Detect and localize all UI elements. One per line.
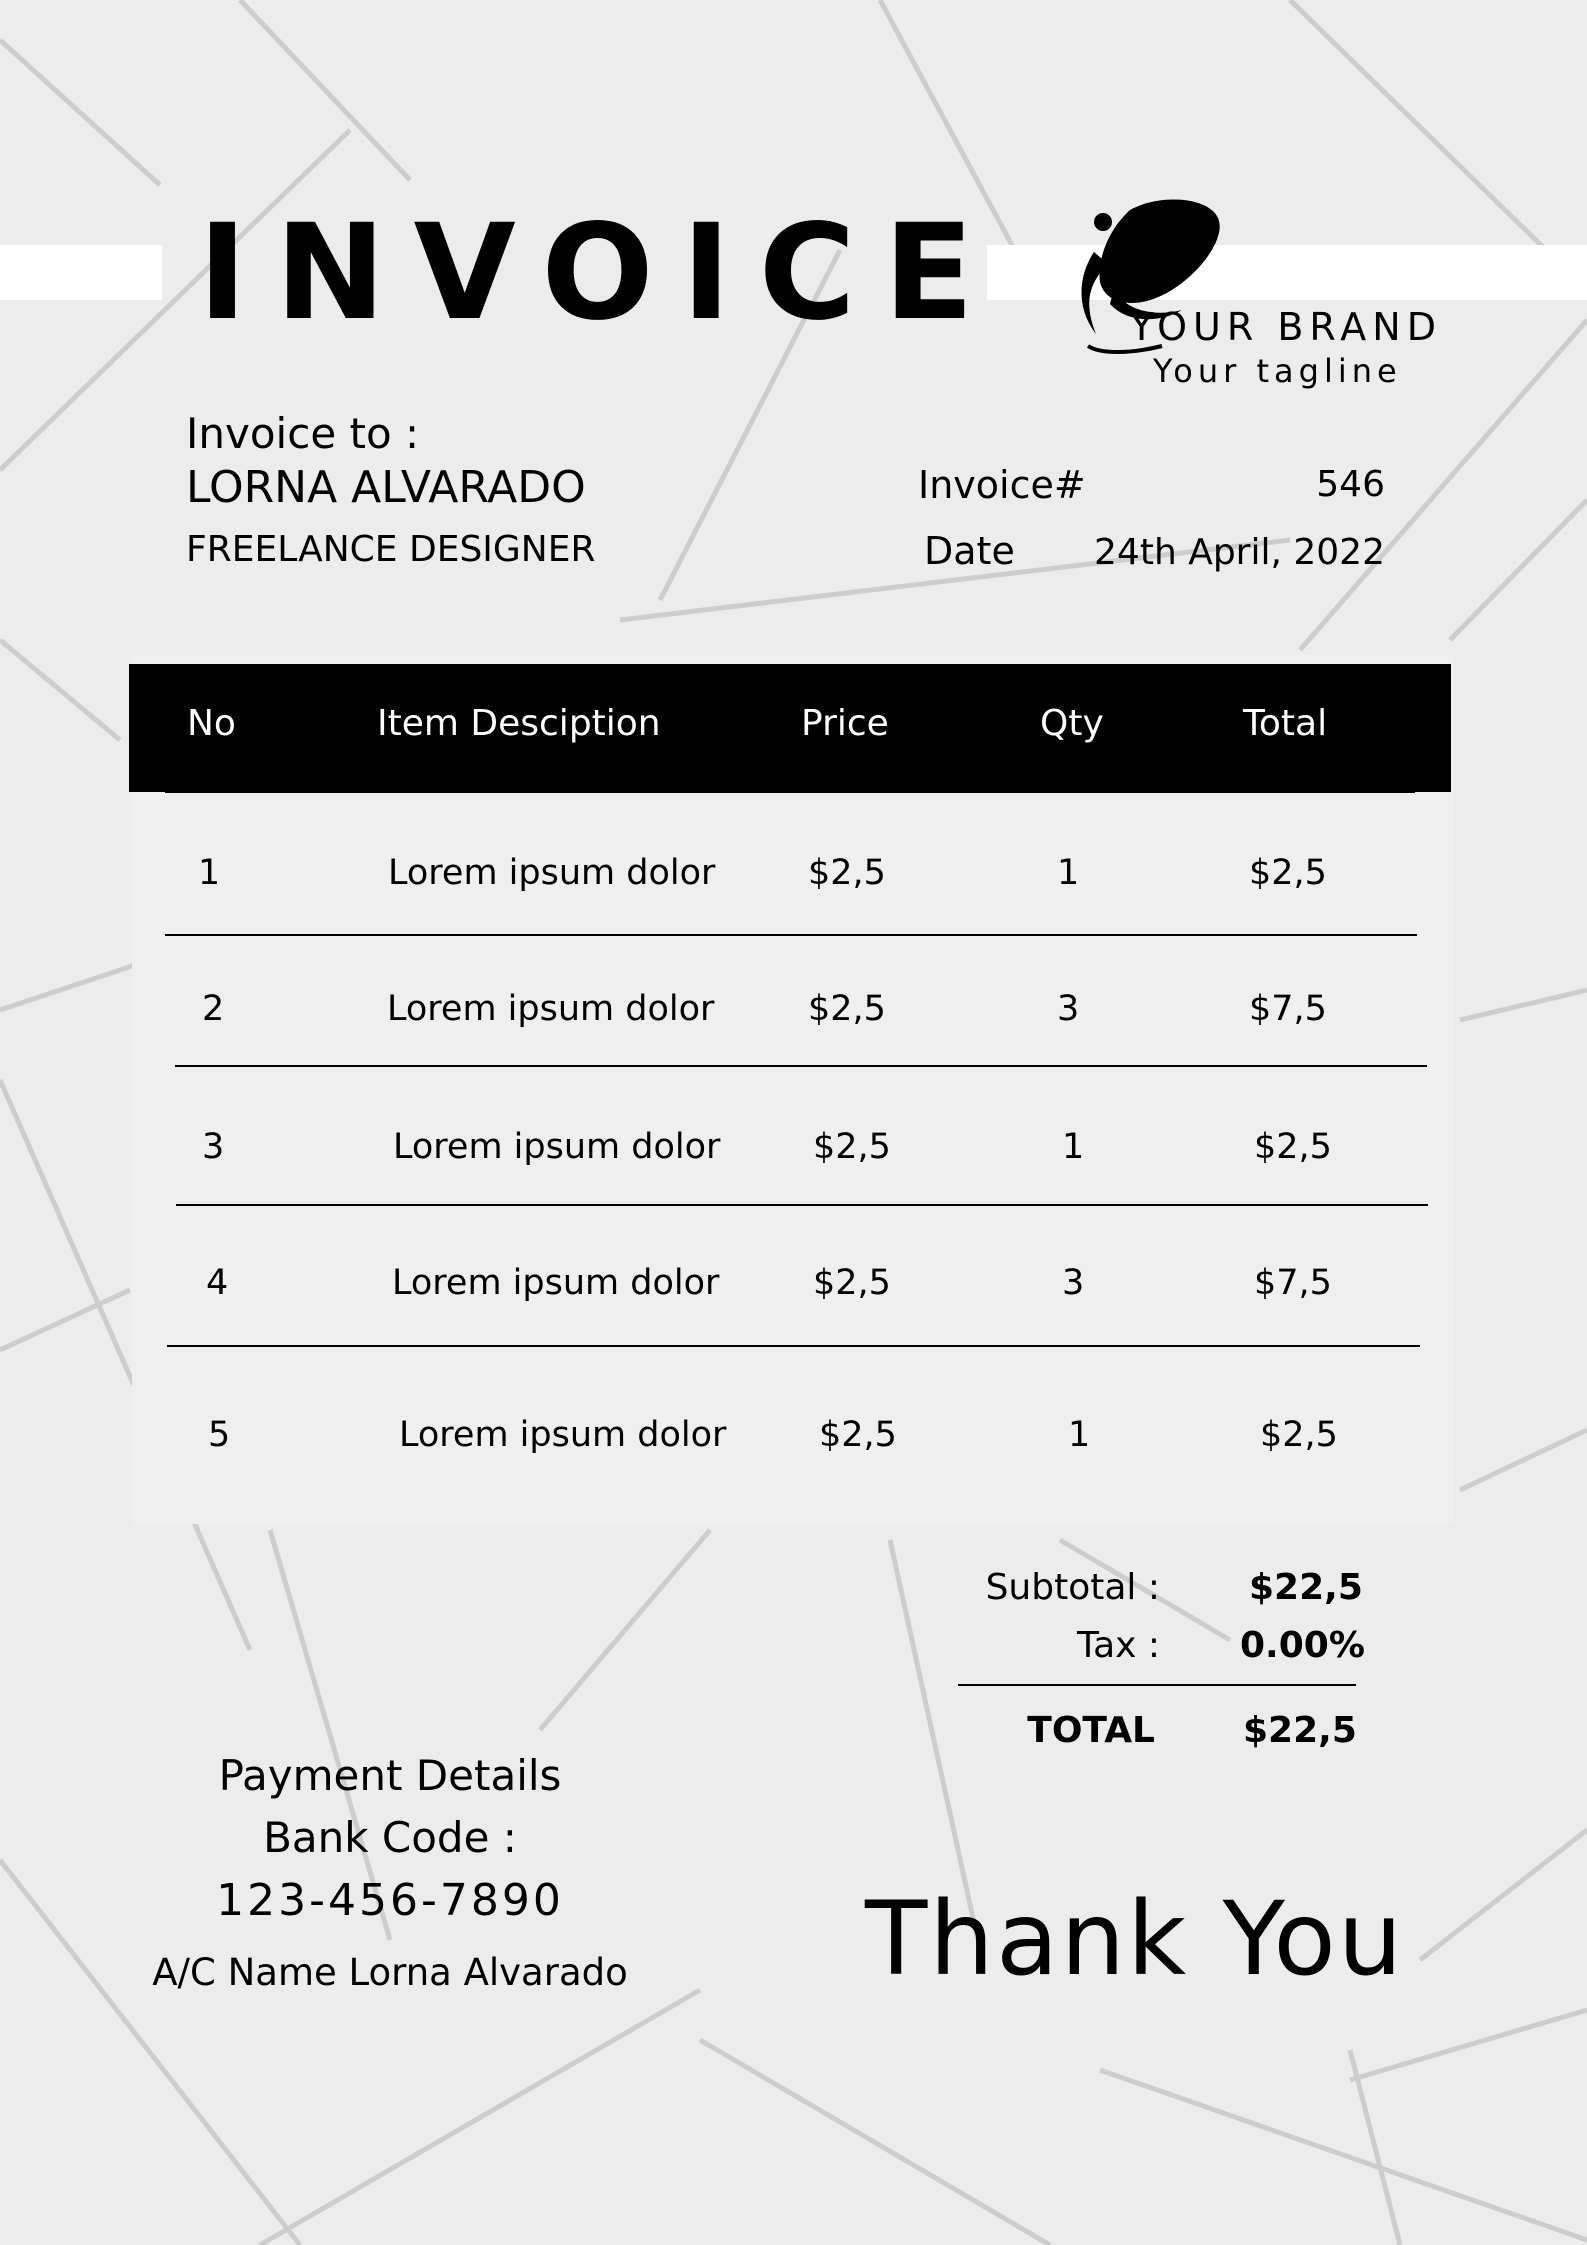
client-role: FREELANCE DESIGNER: [186, 529, 596, 570]
header-underline: [165, 791, 1415, 793]
cell-price: $2,5: [819, 1415, 897, 1455]
cell-qty: 1: [1057, 853, 1080, 893]
table-row: 5 Lorem ipsum dolor $2,5 1 $2,5: [0, 1410, 1587, 1480]
cell-total: $7,5: [1254, 1263, 1332, 1303]
header-no: No: [187, 703, 236, 744]
thank-you-message: Thank You: [865, 1880, 1405, 1999]
invoice-number-label: Invoice#: [918, 463, 1086, 507]
total-value: $22,5: [1243, 1710, 1357, 1751]
cell-price: $2,5: [813, 1127, 891, 1167]
title-band-left: [0, 245, 162, 300]
table-row: 3 Lorem ipsum dolor $2,5 1 $2,5: [0, 1122, 1587, 1192]
cell-total: $2,5: [1249, 853, 1327, 893]
cell-qty: 3: [1062, 1263, 1085, 1303]
invoice-to-label: Invoice to :: [186, 409, 420, 458]
cell-price: $2,5: [808, 989, 886, 1029]
cell-price: $2,5: [808, 853, 886, 893]
brand-tagline: Your tagline: [1153, 352, 1402, 390]
table-row: 2 Lorem ipsum dolor $2,5 3 $7,5: [0, 984, 1587, 1054]
row-divider: [175, 1065, 1427, 1067]
cell-qty: 3: [1057, 989, 1080, 1029]
cell-no: 3: [202, 1127, 225, 1167]
payment-title: Payment Details: [218, 1751, 562, 1800]
table-header: No Item Desciption Price Qty Total: [129, 664, 1451, 792]
subtotal-label: Subtotal :: [985, 1567, 1160, 1608]
cell-description: Lorem ipsum dolor: [399, 1415, 727, 1455]
subtotal-value: $22,5: [1249, 1567, 1363, 1608]
row-divider: [176, 1204, 1428, 1206]
cell-description: Lorem ipsum dolor: [388, 853, 716, 893]
total-label: TOTAL: [1027, 1710, 1155, 1751]
summary-divider: [958, 1684, 1356, 1686]
cell-description: Lorem ipsum dolor: [393, 1127, 721, 1167]
cell-no: 2: [202, 989, 225, 1029]
row-divider: [167, 1345, 1420, 1347]
cell-price: $2,5: [813, 1263, 891, 1303]
invoice-number: 546: [1316, 464, 1385, 505]
invoice-title: INVOICE: [198, 196, 1002, 350]
date-label: Date: [924, 529, 1015, 573]
cell-description: Lorem ipsum dolor: [392, 1263, 720, 1303]
client-name: LORNA ALVARADO: [186, 462, 586, 513]
cell-total: $2,5: [1260, 1415, 1338, 1455]
row-divider: [165, 934, 1417, 936]
cell-no: 4: [206, 1263, 229, 1303]
table-row: 4 Lorem ipsum dolor $2,5 3 $7,5: [0, 1258, 1587, 1328]
cell-qty: 1: [1068, 1415, 1091, 1455]
cell-no: 1: [198, 853, 221, 893]
cell-total: $7,5: [1249, 989, 1327, 1029]
bank-code-label: Bank Code :: [263, 1813, 517, 1862]
table-row: 1 Lorem ipsum dolor $2,5 1 $2,5: [0, 848, 1587, 918]
leaf-swirl-icon: [1070, 196, 1230, 356]
header-total: Total: [1243, 703, 1328, 744]
header-price: Price: [801, 703, 889, 744]
bank-code: 123-456-7890: [216, 1875, 564, 1926]
invoice-date: 24th April, 2022: [1094, 532, 1385, 573]
header-description: Item Desciption: [377, 703, 661, 744]
account-name: A/C Name Lorna Alvarado: [152, 1951, 628, 1994]
tax-label: Tax :: [1077, 1625, 1160, 1666]
tax-value: 0.00%: [1240, 1625, 1365, 1666]
cell-total: $2,5: [1254, 1127, 1332, 1167]
cell-description: Lorem ipsum dolor: [387, 989, 715, 1029]
cell-no: 5: [208, 1415, 231, 1455]
cell-qty: 1: [1062, 1127, 1085, 1167]
header-qty: Qty: [1040, 703, 1104, 744]
